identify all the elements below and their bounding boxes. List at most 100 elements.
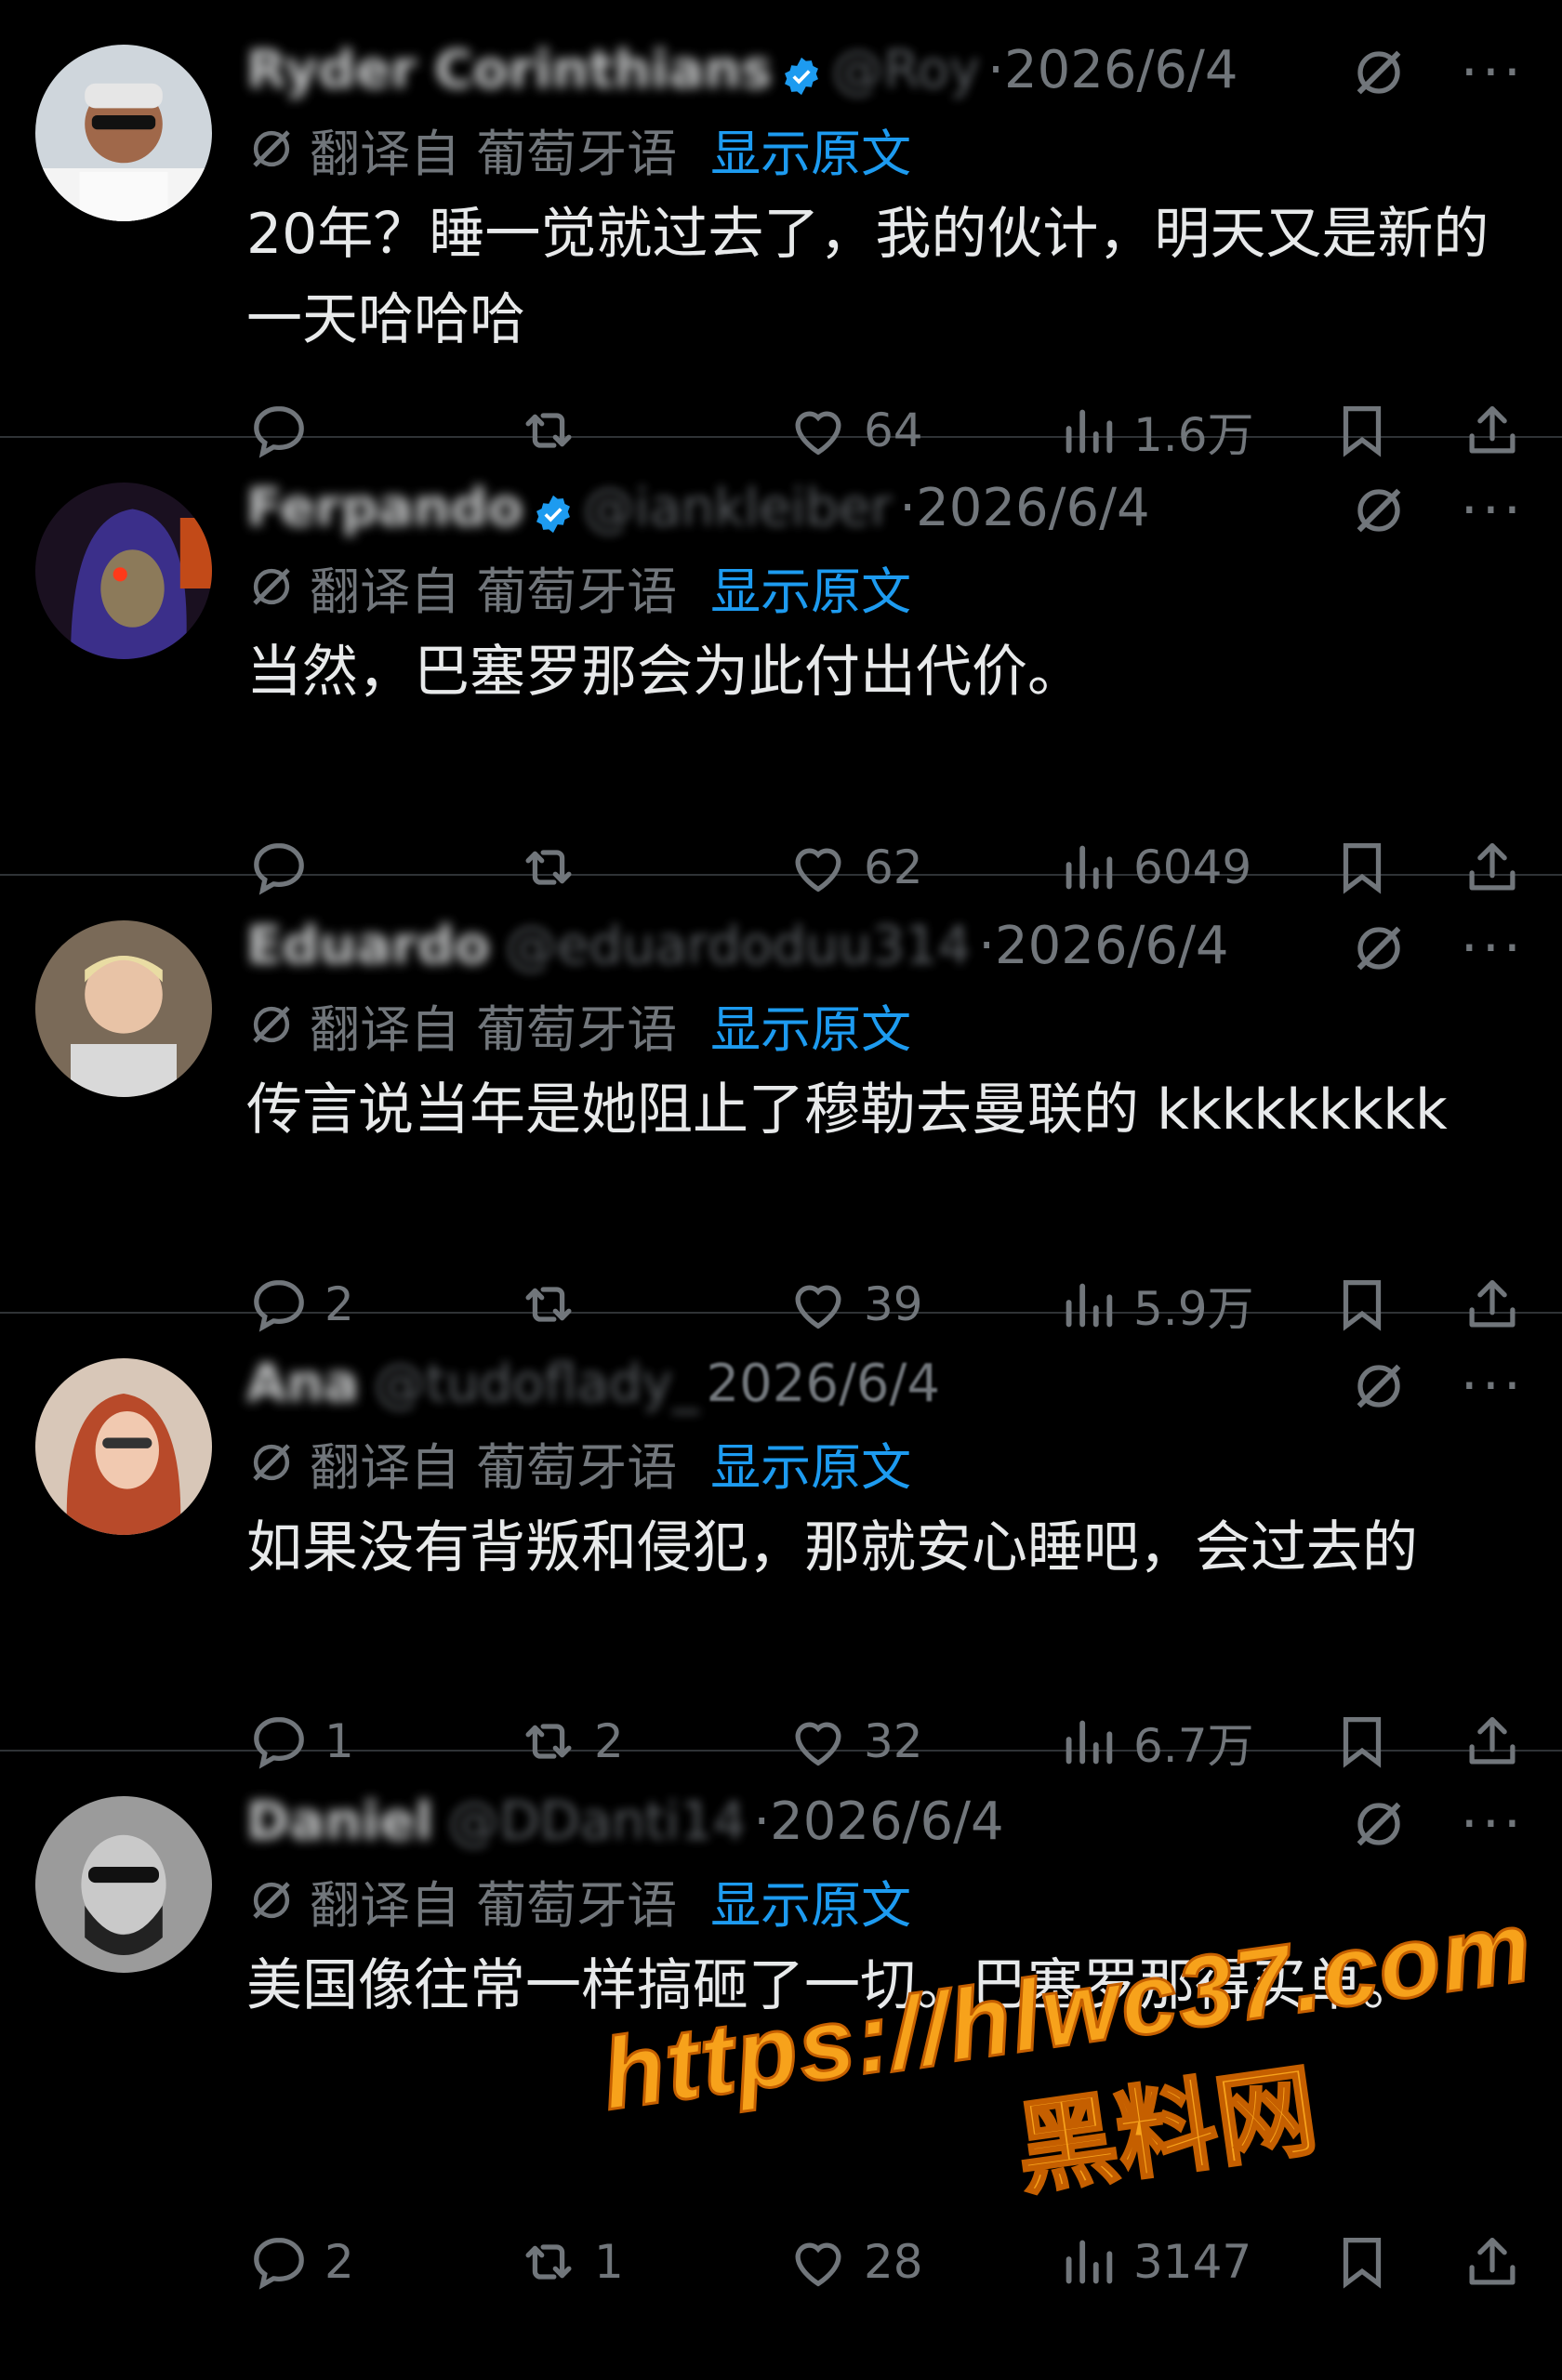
share-button[interactable] xyxy=(1460,1709,1525,1774)
views-button[interactable]: 6.7万 xyxy=(1055,1709,1254,1776)
bookmark-button[interactable] xyxy=(1330,2229,1395,2294)
timestamp[interactable]: 2026/6/4 xyxy=(707,1354,941,1414)
author-name[interactable]: Ferpando xyxy=(246,478,523,538)
like-count: 62 xyxy=(864,840,923,894)
like-count: 32 xyxy=(864,1714,923,1768)
more-options-icon[interactable]: ··· xyxy=(1461,45,1525,100)
translation-notice: 翻译自 葡萄牙语 显示原文 xyxy=(246,549,1525,624)
grok-icon[interactable] xyxy=(1349,43,1409,102)
bookmark-icon xyxy=(1330,835,1395,900)
views-button[interactable]: 6049 xyxy=(1055,835,1251,900)
tweet[interactable]: Eduardo @eduardoduu314 ·2026/6/4 ··· 翻译自… xyxy=(0,876,1562,1314)
like-button[interactable]: 32 xyxy=(786,1709,923,1774)
grok-icon[interactable] xyxy=(1349,1794,1409,1854)
avatar[interactable] xyxy=(35,45,212,221)
tweet[interactable]: Daniel @DDanti14 ·2026/6/4 ··· 翻译自 葡萄牙语 … xyxy=(0,1752,1562,2272)
share-button[interactable] xyxy=(1460,2229,1525,2294)
retweet-button[interactable] xyxy=(516,1272,594,1337)
verified-badge-icon xyxy=(781,49,822,96)
author-handle[interactable]: @tudoflady_ xyxy=(374,1354,699,1414)
timestamp[interactable]: ·2026/6/4 xyxy=(987,40,1238,100)
author-name[interactable]: Daniel xyxy=(246,1792,433,1852)
like-icon xyxy=(786,1272,851,1337)
like-button[interactable]: 39 xyxy=(786,1272,923,1337)
author-name[interactable]: Ana xyxy=(246,1354,359,1414)
bookmark-button[interactable] xyxy=(1330,1709,1395,1774)
action-bar: 64 1.6万 xyxy=(246,390,1525,465)
like-button[interactable]: 62 xyxy=(786,835,923,900)
like-button[interactable]: 64 xyxy=(786,398,923,463)
show-original-link[interactable]: 显示原文 xyxy=(710,988,911,1062)
grok-icon[interactable] xyxy=(1349,1356,1409,1416)
author-handle[interactable]: @Roy xyxy=(831,40,980,100)
share-button[interactable] xyxy=(1460,398,1525,463)
timestamp[interactable]: ·2026/6/4 xyxy=(899,478,1149,538)
translated-from-label: 翻译自 葡萄牙语 xyxy=(310,999,678,1059)
author-name[interactable]: Ryder Corinthians xyxy=(246,40,772,100)
retweet-icon xyxy=(516,835,581,900)
timestamp[interactable]: ·2026/6/4 xyxy=(753,1792,1003,1852)
grok-icon[interactable] xyxy=(1349,481,1409,540)
share-button[interactable] xyxy=(1460,835,1525,900)
reply-button[interactable] xyxy=(246,398,324,463)
tweet-text: 20年？睡一觉就过去了，我的伙计，明天又是新的一天哈哈哈 xyxy=(246,202,1489,352)
retweet-button[interactable] xyxy=(516,398,594,463)
reply-icon xyxy=(246,2229,311,2294)
translated-from-label: 翻译自 葡萄牙语 xyxy=(310,124,678,183)
tweet[interactable]: Ferpando @iankleiber ·2026/6/4 ··· 翻译自 葡… xyxy=(0,438,1562,876)
tweet[interactable]: Ana @tudoflady_ 2026/6/4 ··· 翻译自 葡萄牙语 显示… xyxy=(0,1314,1562,1752)
avatar[interactable] xyxy=(35,1358,212,1535)
author-handle[interactable]: @DDanti14 xyxy=(448,1792,747,1852)
show-original-link[interactable]: 显示原文 xyxy=(710,112,911,186)
show-original-link[interactable]: 显示原文 xyxy=(710,1864,911,1937)
more-options-icon[interactable]: ··· xyxy=(1461,920,1525,976)
like-count: 39 xyxy=(864,1277,923,1331)
reply-button[interactable]: 2 xyxy=(246,2229,354,2294)
retweet-icon xyxy=(516,1272,581,1337)
avatar[interactable] xyxy=(35,920,212,1097)
share-icon xyxy=(1460,398,1525,463)
views-button[interactable]: 5.9万 xyxy=(1055,1272,1254,1339)
grok-icon[interactable] xyxy=(1349,919,1409,978)
views-icon xyxy=(1055,399,1120,464)
share-icon xyxy=(1460,2229,1525,2294)
share-button[interactable] xyxy=(1460,1272,1525,1337)
retweet-button[interactable]: 1 xyxy=(516,2229,624,2294)
retweet-button[interactable] xyxy=(516,835,594,900)
reply-button[interactable] xyxy=(246,835,324,900)
timestamp[interactable]: ·2026/6/4 xyxy=(978,916,1228,976)
views-button[interactable]: 1.6万 xyxy=(1055,398,1254,465)
bookmark-button[interactable] xyxy=(1330,398,1395,463)
like-count: 28 xyxy=(864,2235,923,2289)
bookmark-button[interactable] xyxy=(1330,835,1395,900)
action-bar: 1 2 32 6.7万 xyxy=(246,1701,1525,1776)
avatar[interactable] xyxy=(35,483,212,659)
more-options-icon[interactable]: ··· xyxy=(1461,1796,1525,1852)
views-icon xyxy=(1055,1273,1120,1338)
tweet-header: Eduardo @eduardoduu314 ·2026/6/4 xyxy=(246,904,1525,987)
show-original-link[interactable]: 显示原文 xyxy=(710,550,911,624)
bookmark-button[interactable] xyxy=(1330,1272,1395,1337)
author-handle[interactable]: @eduardoduu314 xyxy=(505,916,971,976)
more-options-icon[interactable]: ··· xyxy=(1461,1358,1525,1414)
views-button[interactable]: 3147 xyxy=(1055,2229,1251,2294)
translation-notice: 翻译自 葡萄牙语 显示原文 xyxy=(246,987,1525,1062)
retweet-button[interactable]: 2 xyxy=(516,1709,624,1774)
reply-icon xyxy=(246,1272,311,1337)
translated-from-label: 翻译自 葡萄牙语 xyxy=(310,1437,678,1497)
show-original-link[interactable]: 显示原文 xyxy=(710,1426,911,1500)
like-icon xyxy=(786,398,851,463)
reply-button[interactable]: 2 xyxy=(246,1272,354,1337)
action-bar: 2 1 28 3147 xyxy=(246,2222,1525,2296)
tweet-header: Ferpando @iankleiber ·2026/6/4 xyxy=(246,466,1525,549)
more-options-icon[interactable]: ··· xyxy=(1461,483,1525,538)
reply-button[interactable]: 1 xyxy=(246,1709,354,1774)
translated-from-label: 翻译自 葡萄牙语 xyxy=(310,1875,678,1935)
like-icon xyxy=(786,2229,851,2294)
like-button[interactable]: 28 xyxy=(786,2229,923,2294)
avatar[interactable] xyxy=(35,1796,212,1973)
author-name[interactable]: Eduardo xyxy=(246,916,490,976)
tweet[interactable]: Ryder Corinthians @Roy ·2026/6/4 ··· 翻译自… xyxy=(0,0,1562,438)
reply-count: 2 xyxy=(324,2235,354,2289)
author-handle[interactable]: @iankleiber xyxy=(583,478,892,538)
